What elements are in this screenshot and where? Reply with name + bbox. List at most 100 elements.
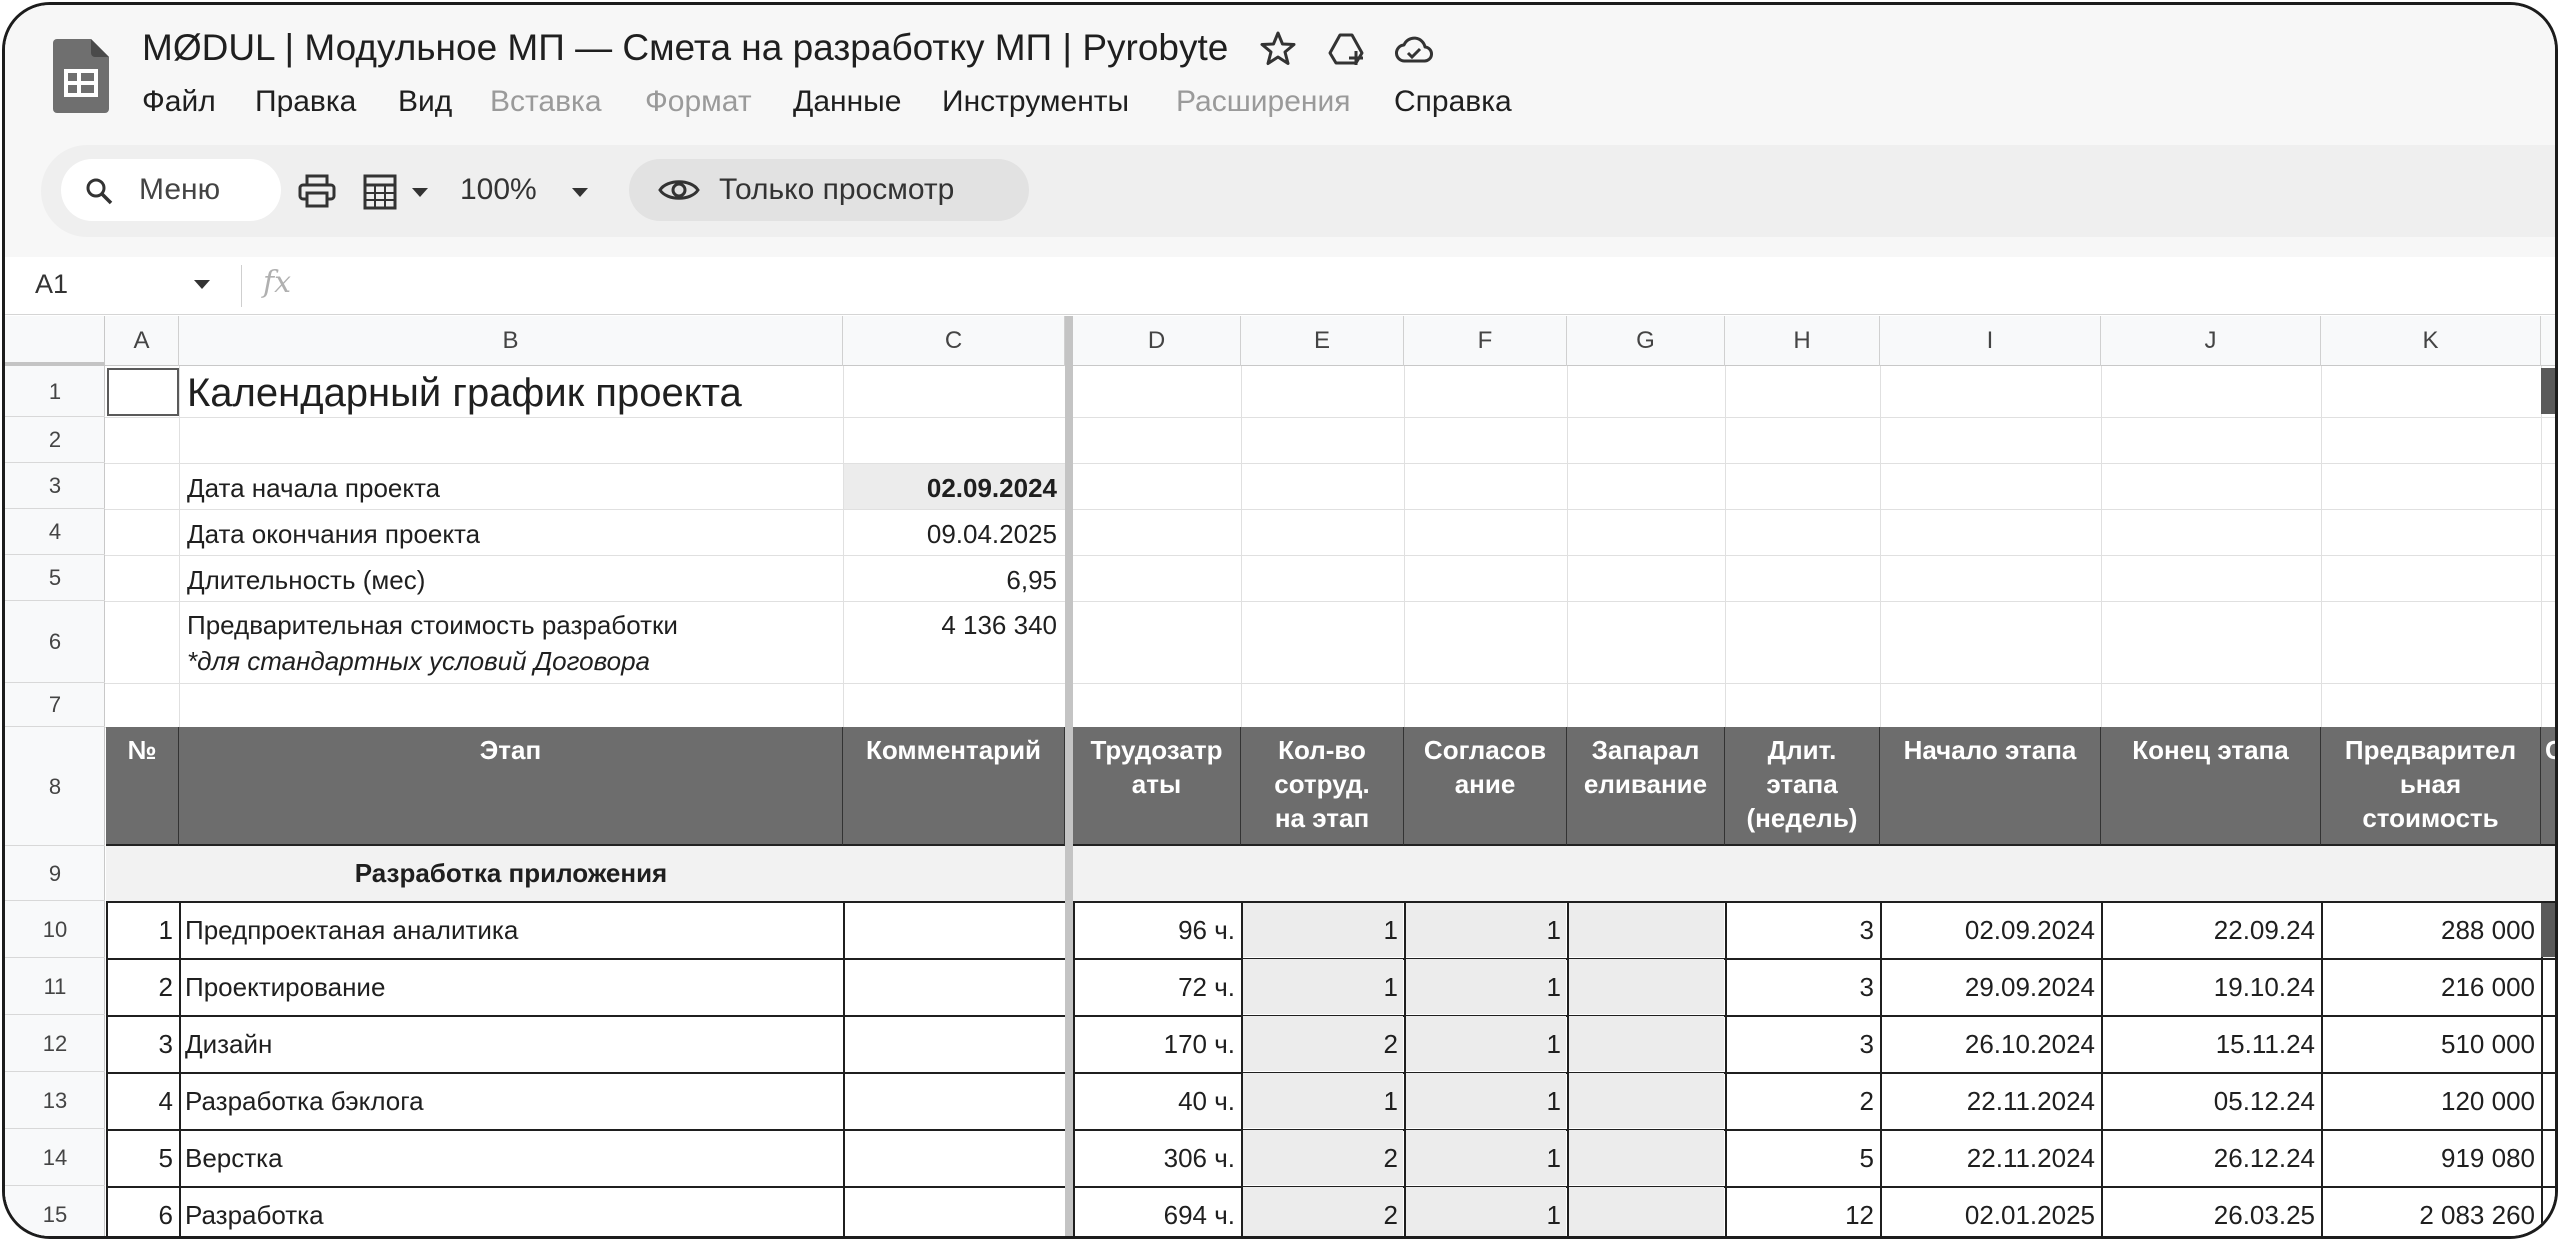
stage-cost[interactable]: 216 000 (2327, 972, 2535, 1003)
row-header-1[interactable]: 1 (5, 366, 105, 417)
stage-weeks[interactable]: 3 (1731, 972, 1874, 1003)
stage-number[interactable]: 6 (112, 1200, 173, 1231)
menu-insert[interactable]: Вставка (490, 85, 602, 119)
selected-cell-a1[interactable] (107, 368, 179, 416)
name-box-chevron-icon[interactable] (193, 279, 211, 291)
stage-start[interactable]: 26.10.2024 (1886, 1029, 2095, 1060)
stage-staff[interactable]: 1 (1247, 1086, 1398, 1117)
menu-help[interactable]: Справка (1394, 85, 1512, 119)
table-view-icon[interactable] (361, 173, 401, 211)
stage-effort[interactable]: 96 ч. (1079, 915, 1235, 946)
stage-start[interactable]: 22.11.2024 (1886, 1143, 2095, 1174)
row-header-13[interactable]: 13 (5, 1072, 105, 1129)
stage-weeks[interactable]: 2 (1731, 1086, 1874, 1117)
stage-cost[interactable]: 510 000 (2327, 1029, 2535, 1060)
menu-data[interactable]: Данные (793, 85, 901, 119)
sheets-app-icon[interactable] (53, 39, 109, 113)
row-header-8[interactable]: 8 (5, 727, 105, 846)
stage-staff[interactable]: 2 (1247, 1143, 1398, 1174)
formula-input[interactable] (315, 257, 2555, 315)
stage-end[interactable]: 05.12.24 (2107, 1086, 2315, 1117)
stage-approval[interactable]: 1 (1410, 1086, 1561, 1117)
stage-name[interactable]: Разработка (185, 1200, 837, 1231)
stage-weeks[interactable]: 3 (1731, 1029, 1874, 1060)
end-date-value[interactable]: 09.04.2025 (847, 519, 1057, 550)
stage-weeks[interactable]: 12 (1731, 1200, 1874, 1231)
stage-name[interactable]: Проектирование (185, 972, 837, 1003)
stage-start[interactable]: 02.01.2025 (1886, 1200, 2095, 1231)
stage-staff[interactable]: 2 (1247, 1029, 1398, 1060)
frozen-columns-divider[interactable] (1065, 316, 1073, 1236)
stage-end[interactable]: 19.10.24 (2107, 972, 2315, 1003)
stage-approval[interactable]: 1 (1410, 1200, 1561, 1231)
move-to-drive-icon[interactable] (1326, 29, 1366, 69)
column-header-g[interactable]: G (1567, 316, 1725, 366)
stage-number[interactable]: 4 (112, 1086, 173, 1117)
stage-end[interactable]: 26.12.24 (2107, 1143, 2315, 1174)
stage-cost[interactable]: 120 000 (2327, 1086, 2535, 1117)
select-all-corner[interactable] (5, 316, 105, 366)
cost-value[interactable]: 4 136 340 (847, 610, 1057, 641)
stage-effort[interactable]: 170 ч. (1079, 1029, 1235, 1060)
stage-approval[interactable]: 1 (1410, 1029, 1561, 1060)
stage-staff[interactable]: 2 (1247, 1200, 1398, 1231)
stage-start[interactable]: 22.11.2024 (1886, 1086, 2095, 1117)
stage-number[interactable]: 5 (112, 1143, 173, 1174)
row-header-3[interactable]: 3 (5, 463, 105, 509)
stage-cost[interactable]: 2 083 260 (2327, 1200, 2535, 1231)
row-header-2[interactable]: 2 (5, 417, 105, 463)
row-header-4[interactable]: 4 (5, 509, 105, 555)
stage-cost[interactable]: 288 000 (2327, 915, 2535, 946)
view-only-button[interactable]: Только просмотр (629, 159, 1029, 221)
stage-number[interactable]: 1 (112, 915, 173, 946)
name-box[interactable]: A1 (35, 269, 68, 300)
row-header-7[interactable]: 7 (5, 683, 105, 727)
stage-name[interactable]: Дизайн (185, 1029, 837, 1060)
document-title[interactable]: MØDUL | Модульное МП — Смета на разработ… (142, 27, 1228, 69)
zoom-chevron-down-icon[interactable] (571, 187, 589, 199)
stage-approval[interactable]: 1 (1410, 915, 1561, 946)
stage-effort[interactable]: 40 ч. (1079, 1086, 1235, 1117)
stage-name[interactable]: Разработка бэклога (185, 1086, 837, 1117)
stage-effort[interactable]: 306 ч. (1079, 1143, 1235, 1174)
row-header-12[interactable]: 12 (5, 1015, 105, 1072)
column-header-j[interactable]: J (2101, 316, 2321, 366)
row-header-15[interactable]: 15 (5, 1186, 105, 1236)
column-header-c[interactable]: C (843, 316, 1065, 366)
row-header-9[interactable]: 9 (5, 846, 105, 901)
column-header-h[interactable]: H (1725, 316, 1880, 366)
menu-format[interactable]: Формат (645, 85, 752, 119)
menu-extensions[interactable]: Расширения (1176, 85, 1350, 119)
spreadsheet-grid[interactable]: A B C D E F G H I J K 1 2 3 4 5 6 7 8 9 … (5, 316, 2555, 1236)
stage-number[interactable]: 2 (112, 972, 173, 1003)
column-header-f[interactable]: F (1404, 316, 1567, 366)
row-header-10[interactable]: 10 (5, 901, 105, 958)
menu-file[interactable]: Файл (142, 85, 216, 119)
stage-name[interactable]: Предпроектаная аналитика (185, 915, 837, 946)
stage-end[interactable]: 15.11.24 (2107, 1029, 2315, 1060)
row-header-6[interactable]: 6 (5, 601, 105, 683)
column-header-d[interactable]: D (1073, 316, 1241, 366)
stage-number[interactable]: 3 (112, 1029, 173, 1060)
duration-value[interactable]: 6,95 (847, 565, 1057, 596)
stage-start[interactable]: 02.09.2024 (1886, 915, 2095, 946)
chevron-down-icon[interactable] (411, 187, 429, 199)
column-header-a[interactable]: A (105, 316, 179, 366)
scrollbar-thumb[interactable] (2541, 368, 2555, 414)
stage-cost[interactable]: 919 080 (2327, 1143, 2535, 1174)
cloud-status-icon[interactable] (1394, 29, 1434, 69)
row-header-14[interactable]: 14 (5, 1129, 105, 1186)
column-header-b[interactable]: B (179, 316, 843, 366)
column-header-i[interactable]: I (1880, 316, 2101, 366)
column-header-k[interactable]: K (2321, 316, 2541, 366)
start-date-value[interactable]: 02.09.2024 (847, 473, 1057, 504)
menu-edit[interactable]: Правка (255, 85, 356, 119)
row-header-5[interactable]: 5 (5, 555, 105, 601)
stage-effort[interactable]: 694 ч. (1079, 1200, 1235, 1231)
stage-approval[interactable]: 1 (1410, 1143, 1561, 1174)
stage-end[interactable]: 22.09.24 (2107, 915, 2315, 946)
stage-effort[interactable]: 72 ч. (1079, 972, 1235, 1003)
column-header-e[interactable]: E (1241, 316, 1404, 366)
menu-view[interactable]: Вид (398, 85, 452, 119)
stage-approval[interactable]: 1 (1410, 972, 1561, 1003)
